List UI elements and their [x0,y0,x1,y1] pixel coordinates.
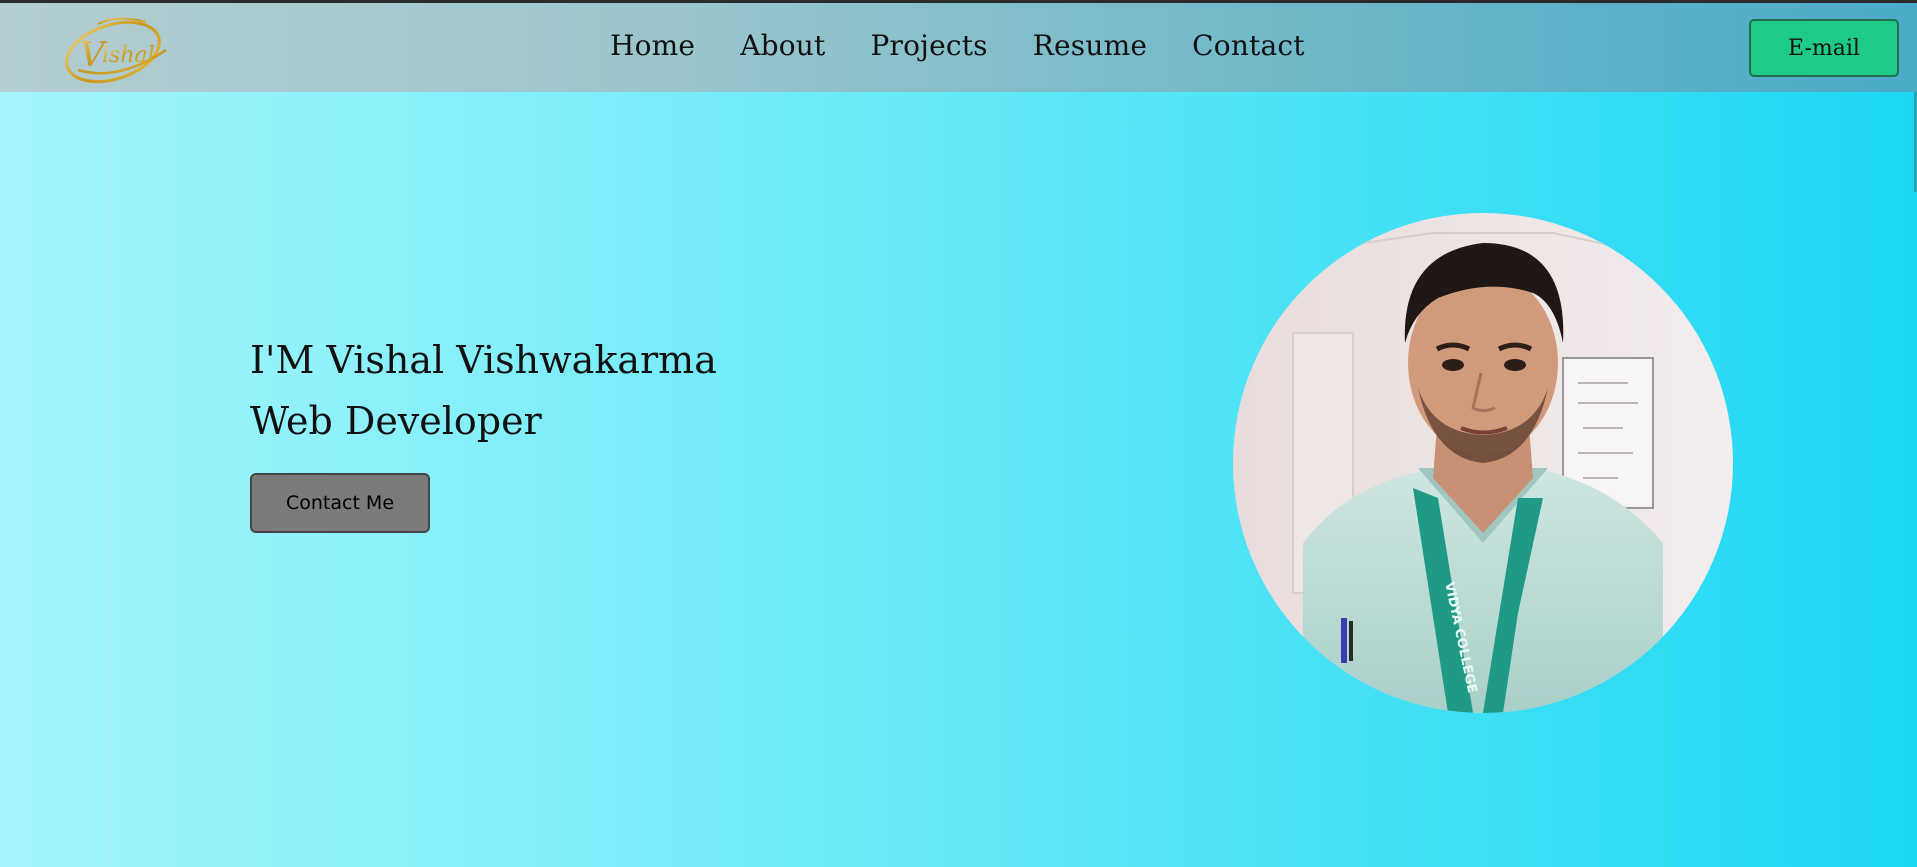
email-button[interactable]: E-mail [1749,19,1899,77]
contact-me-button[interactable]: Contact Me [250,473,430,533]
nav-home[interactable]: Home [610,29,695,62]
logo-icon: V ishal [65,17,167,84]
svg-text:ishal: ishal [102,43,155,68]
navbar: V ishal Home About Projects Resume Conta… [0,3,1917,92]
nav-resume[interactable]: Resume [1033,29,1147,62]
nav-about[interactable]: About [740,29,825,62]
hero-name: I'M Vishal Vishwakarma [250,338,717,382]
nav-projects[interactable]: Projects [871,29,988,62]
profile-photo-image: VIDYA COLLEGE [1233,213,1733,713]
hero-role: Web Developer [250,399,542,443]
hero-heading: I'M Vishal Vishwakarma Web Developer [250,330,717,452]
brand-logo[interactable]: V ishal [58,10,172,86]
main-nav: Home About Projects Resume Contact [610,29,1305,62]
nav-contact[interactable]: Contact [1192,29,1305,62]
profile-photo: VIDYA COLLEGE [1233,213,1733,713]
